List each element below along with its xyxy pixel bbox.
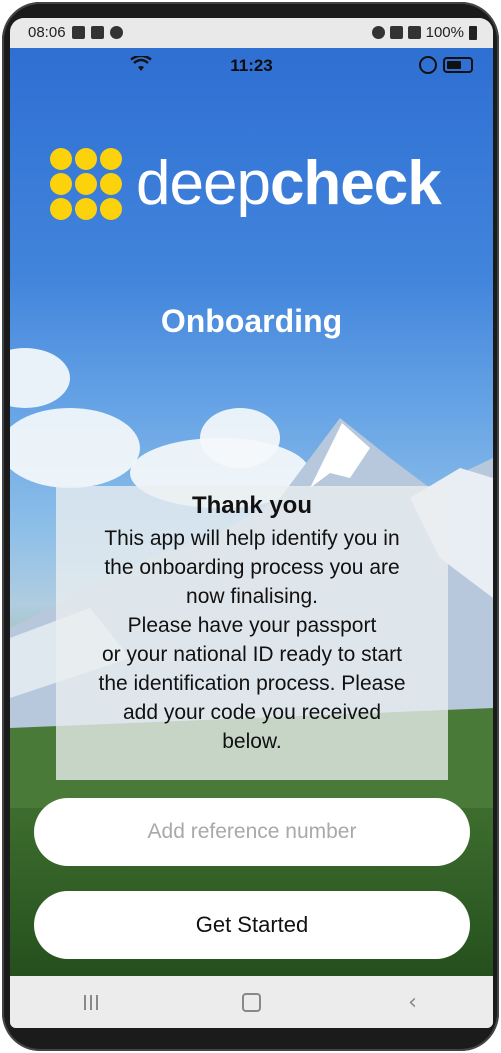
signal-icon <box>407 26 421 39</box>
rotation-lock-icon <box>419 56 437 74</box>
back-icon[interactable]: ‹ <box>393 987 433 1017</box>
system-battery-percent: 100% <box>425 24 464 41</box>
alarm-icon <box>371 26 385 39</box>
battery-icon <box>443 57 473 73</box>
phone-frame: 08:06 100% 11:23 deepcheck Onboarding Th… <box>2 2 499 1051</box>
system-time: 08:06 <box>28 24 66 41</box>
system-battery-icon <box>469 25 477 40</box>
cast-icon <box>90 26 104 39</box>
bluetooth-icon <box>389 26 403 39</box>
card-body: This app will help identify you in the o… <box>98 527 406 753</box>
screen: 08:06 100% 11:23 deepcheck Onboarding Th… <box>10 18 493 1028</box>
recents-icon[interactable] <box>71 987 111 1017</box>
info-card: Thank you This app will help identify yo… <box>56 486 448 780</box>
get-started-button[interactable]: Get Started <box>34 891 470 959</box>
notification-icon <box>109 26 123 39</box>
logo-wordmark: deepcheck <box>136 149 442 218</box>
navigation-bar: ‹ <box>10 976 493 1028</box>
app-view: 11:23 deepcheck Onboarding Thank you Thi… <box>10 48 493 976</box>
page-title: Onboarding <box>160 303 343 339</box>
system-status-bar: 08:06 100% <box>10 18 493 48</box>
deepcheck-logo: deepcheck <box>50 148 442 220</box>
logo-dots-icon <box>50 148 122 220</box>
home-icon[interactable] <box>232 987 272 1017</box>
card-title: Thank you <box>191 492 312 519</box>
gallery-icon <box>71 26 85 39</box>
reference-number-input[interactable] <box>34 798 470 866</box>
app-status-bar: 11:23 <box>10 48 493 82</box>
